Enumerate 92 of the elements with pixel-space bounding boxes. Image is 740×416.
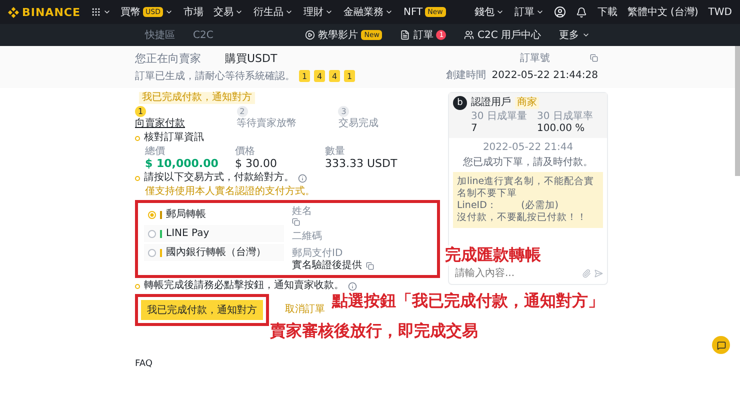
- stat-label: 30 日成單率: [537, 111, 594, 123]
- nav-menu-item[interactable]: 錢包: [474, 5, 504, 19]
- step-label: 等待賣家放幣: [236, 118, 298, 130]
- payment-method-option[interactable]: LINE Pay: [144, 225, 284, 242]
- subnav-link[interactable]: C2C: [193, 30, 214, 40]
- seller-name: 認證用戶: [471, 97, 511, 109]
- caret-icon: [165, 8, 174, 16]
- detail-value: 實名驗證後提供: [292, 260, 362, 272]
- order-status: 訂單已生成，請耐心等待系統確認。: [135, 70, 295, 83]
- field-value: $ 10,000.00: [145, 158, 220, 170]
- stat-value: 7: [471, 123, 478, 135]
- seller-avatar: b: [453, 96, 467, 110]
- countdown-digit: 1: [299, 70, 310, 82]
- nav-menu-item[interactable]: 金融業務: [343, 5, 394, 19]
- chat-message: 加line進行實名制，不能配合實名制不要下單 LineID： (必需加) 沒付款，不要亂按已付款！！: [453, 172, 603, 228]
- annotation-text: 完成匯款轉帳: [445, 245, 541, 266]
- faq-heading: FAQ: [135, 358, 152, 370]
- step-number: 2: [236, 106, 248, 117]
- payment-notice: 轉帳完成後請務必點擊按鈕，通知賣家收款。: [144, 280, 344, 292]
- field-label: 價格: [235, 146, 256, 158]
- step-number: 3: [338, 106, 350, 117]
- nav-menu-item[interactable]: 理財: [303, 5, 334, 19]
- stat-value: 100.00 %: [537, 123, 586, 135]
- radio-button[interactable]: [148, 230, 156, 238]
- caret-icon: [582, 31, 590, 39]
- confirm-payment-button[interactable]: 我已完成付款，通知對方: [141, 300, 263, 320]
- subnav-action[interactable]: 更多: [559, 28, 590, 42]
- nav-menu-item[interactable]: 交易: [213, 5, 244, 19]
- payment-method-option[interactable]: 國內銀行轉帳（台灣）: [144, 244, 284, 261]
- caret-icon: [235, 8, 244, 16]
- step-number: 1: [135, 106, 146, 117]
- caret-icon: [536, 8, 544, 16]
- info-icon: [298, 174, 307, 182]
- play-icon: [305, 30, 316, 40]
- chat-button[interactable]: [712, 336, 730, 354]
- caret-icon: [496, 8, 504, 16]
- step-label: 向賣家付款: [135, 118, 186, 130]
- subnav-action[interactable]: C2C 用戶中心: [464, 28, 541, 42]
- caret-icon: [325, 8, 334, 16]
- created-time-label: 創建時間: [446, 68, 486, 82]
- chat-icon: [716, 340, 726, 350]
- subnav-link[interactable]: 快捷區: [145, 28, 175, 42]
- notification-icon[interactable]: [576, 6, 588, 18]
- logo-icon: [8, 6, 19, 18]
- countdown-digit: 4: [314, 70, 325, 82]
- brand-name: BINANCE: [22, 6, 80, 18]
- avatar-icon[interactable]: [554, 6, 566, 18]
- caret-icon: [385, 8, 394, 16]
- nav-menu-item[interactable]: 衍生品: [253, 5, 294, 19]
- section-heading: 請按以下交易方式，付款給對方。: [144, 172, 294, 184]
- apps-menu[interactable]: [90, 7, 110, 17]
- section-heading: 核對訂單資訊: [144, 132, 204, 144]
- order-title-prefix: 您正在向賣家: [135, 51, 201, 66]
- caret-icon: [285, 8, 294, 16]
- grid-icon: [90, 7, 100, 17]
- caret-icon: [102, 8, 110, 16]
- order-title: 購買USDT: [225, 51, 278, 66]
- section-dot-icon: [135, 284, 140, 288]
- countdown-digit: 1: [344, 70, 355, 82]
- document-icon: [400, 30, 410, 40]
- nav-menu-item[interactable]: 訂單: [514, 5, 544, 19]
- users-icon: [464, 30, 474, 40]
- created-time: 2022-05-22 21:44:28: [492, 70, 598, 80]
- detail-label: 郵局支付ID: [292, 248, 344, 260]
- copy-icon[interactable]: [366, 262, 374, 270]
- section-dot-icon: [135, 176, 140, 180]
- step-tooltip: 我已完成付款，通知對方: [139, 92, 255, 104]
- section-dot-icon: [135, 136, 140, 140]
- copy-icon[interactable]: [292, 218, 300, 226]
- detail-label: 二維碼: [292, 231, 323, 243]
- order-number-label: 訂單號: [520, 52, 550, 65]
- step-label: 交易完成: [338, 118, 380, 130]
- chat-timestamp: 2022-05-22 21:44: [482, 142, 574, 154]
- field-value: 333.33 USDT: [325, 158, 398, 170]
- field-value: $ 30.00: [235, 158, 278, 170]
- payment-warning: 僅支持使用本人實名認證的支付方式。: [144, 186, 316, 198]
- merchant-badge: 商家: [515, 97, 539, 109]
- field-label: 數量: [325, 146, 346, 158]
- currency-selector[interactable]: TWD: [708, 6, 732, 18]
- radio-button[interactable]: [148, 248, 156, 256]
- detail-label: 姓名: [292, 206, 313, 218]
- download-link[interactable]: 下載: [597, 5, 618, 19]
- system-message: 您已成功下單，請及時付款。: [463, 157, 593, 169]
- countdown-digit: 4: [329, 70, 340, 82]
- field-label: 總價: [145, 146, 166, 158]
- language-selector[interactable]: 繁體中文 (台灣): [627, 5, 698, 19]
- copy-icon[interactable]: [590, 54, 598, 62]
- annotation-text: 賣家審核後放行，即完成交易: [270, 321, 478, 342]
- radio-button[interactable]: [148, 210, 156, 218]
- stat-label: 30 日成單量: [471, 111, 528, 123]
- nav-menu-item[interactable]: 市場: [183, 5, 204, 19]
- info-icon: [348, 282, 357, 290]
